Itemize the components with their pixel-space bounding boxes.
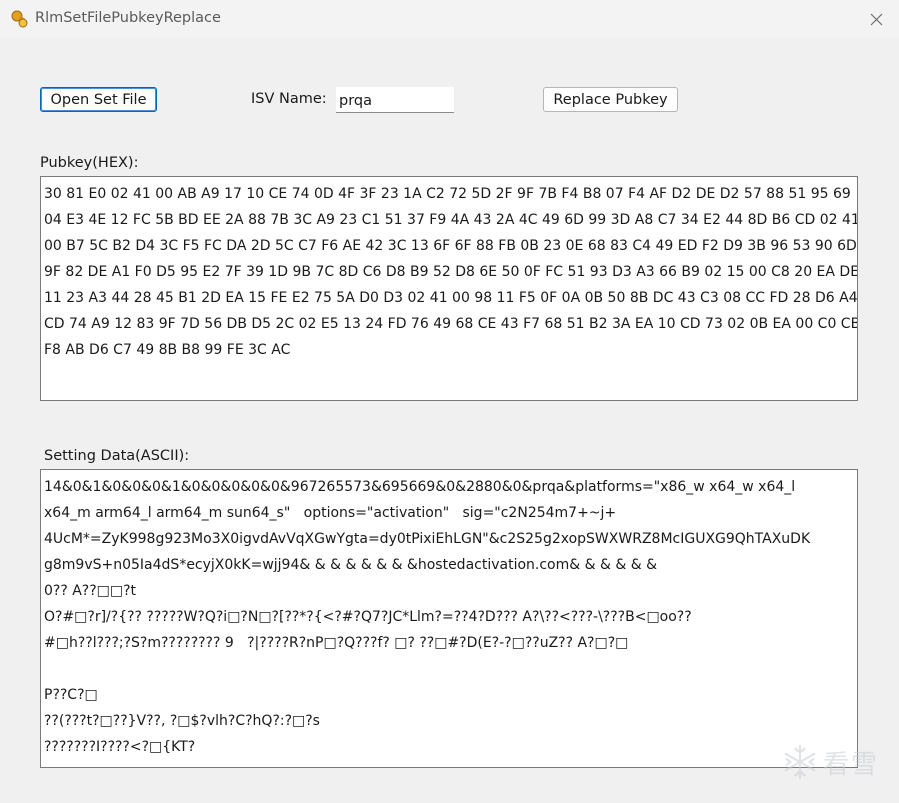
- watermark: 看雪: [781, 743, 879, 781]
- setting-line: O?#□?r]/?{?? ?????W?Q?i□?N□?[??*?{<?#?Q7…: [44, 609, 692, 625]
- pubkey-line: 11 23 A3 44 28 45 B1 2D EA 15 FE E2 75 5…: [44, 290, 858, 306]
- pubkey-textarea[interactable]: 30 81 E0 02 41 00 AB A9 17 10 CE 74 0D 4…: [40, 176, 858, 401]
- replace-pubkey-label: Replace Pubkey: [553, 91, 668, 108]
- setting-data-label: Setting Data(ASCII):: [44, 448, 190, 464]
- window-title: RlmSetFilePubkeyReplace: [35, 10, 221, 26]
- pubkey-text: 30 81 E0 02 41 00 AB A9 17 10 CE 74 0D 4…: [44, 181, 858, 363]
- setting-line: [44, 656, 854, 682]
- open-set-file-button[interactable]: Open Set File: [40, 87, 157, 112]
- setting-line: 0?? A??□□?t: [44, 583, 137, 599]
- close-button[interactable]: [863, 6, 889, 32]
- watermark-text: 看雪: [822, 749, 879, 780]
- setting-line: x64_m arm64_l arm64_m sun64_s" options="…: [44, 505, 617, 521]
- replace-pubkey-button[interactable]: Replace Pubkey: [543, 87, 678, 112]
- app-window: RlmSetFilePubkeyReplace Open Set File IS…: [0, 0, 899, 803]
- open-set-file-label: Open Set File: [50, 91, 147, 108]
- pubkey-line: 30 81 E0 02 41 00 AB A9 17 10 CE 74 0D 4…: [44, 186, 851, 202]
- snowflake-icon: [784, 744, 816, 780]
- pubkey-line: CD 74 A9 12 83 9F 7D 56 DB D5 2C 02 E5 1…: [44, 316, 858, 332]
- isv-name-label: ISV Name:: [251, 91, 327, 107]
- app-icon: [10, 9, 30, 29]
- pubkey-line: 04 E3 4E 12 FC 5B BD EE 2A 88 7B 3C A9 2…: [44, 212, 858, 228]
- close-icon: [870, 13, 882, 25]
- setting-line: P??C?□: [44, 687, 98, 703]
- pubkey-line: 9F 82 DE A1 F0 D5 95 E2 7F 39 1D 9B 7C 8…: [44, 264, 858, 280]
- setting-line: g8m9vS+n05Ia4dS*ecyjX0kK=wjj94& & & & & …: [44, 557, 658, 573]
- setting-line: #□h??l???;?S?m???????? 9 ?|????R?nP□?Q??…: [44, 635, 629, 651]
- setting-line: 4UcM*=ZyK998g923Mo3X0igvdAvVqXGwYgta=dy0…: [44, 531, 811, 547]
- pubkey-label: Pubkey(HEX):: [40, 155, 139, 171]
- title-bar: RlmSetFilePubkeyReplace: [0, 0, 899, 38]
- isv-name-input[interactable]: [336, 87, 454, 113]
- pubkey-line: F8 AB D6 C7 49 8B B8 99 FE 3C AC: [44, 342, 291, 358]
- pubkey-line: 00 B7 5C B2 D4 3C F5 FC DA 2D 5C C7 F6 A…: [44, 238, 857, 254]
- setting-data-text: 14&0&1&0&0&0&1&0&0&0&0&0&967265573&69566…: [44, 474, 854, 760]
- setting-line: ??(???t?□??}V??, ?□$?vlh?C?hQ?:?□?s: [44, 713, 320, 729]
- setting-line: ???????I????<?□{KT?: [44, 739, 196, 755]
- setting-data-textarea[interactable]: 14&0&1&0&0&0&1&0&0&0&0&0&967265573&69566…: [40, 469, 858, 768]
- setting-line: 14&0&1&0&0&0&1&0&0&0&0&0&967265573&69566…: [44, 479, 796, 495]
